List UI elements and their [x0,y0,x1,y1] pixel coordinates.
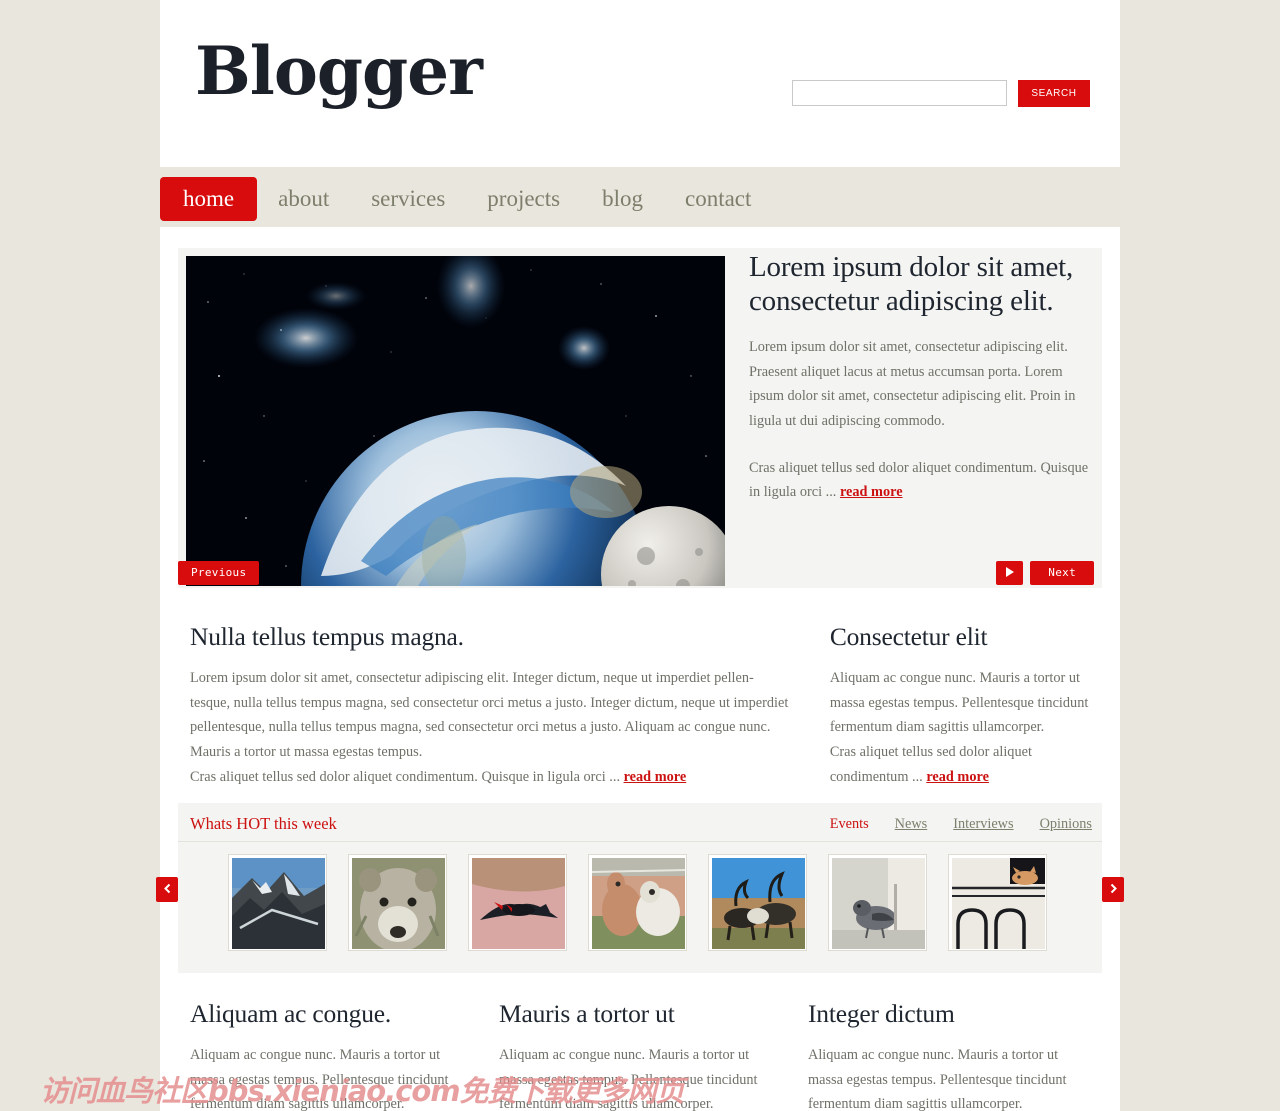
bottom-column-body: Aliquam ac congue nunc. Mauris a tortor … [190,1047,449,1111]
slider-play-button[interactable] [996,561,1024,585]
bottom-column-title: Aliquam ac congue. [190,999,392,1028]
bottom-column-title: Integer dictum [808,999,955,1028]
carousel-thumbnail[interactable] [708,854,807,951]
whats-hot-header: Whats HOT this week Events News Interviews… [178,803,1102,842]
carousel-previous-button[interactable] [156,877,178,902]
thumbnail-carousel [156,842,1124,973]
whats-hot-tabs: Events News Interviews Opinions [830,816,1092,833]
hot-tab-interviews[interactable]: Interviews [953,816,1013,833]
hot-tab-news[interactable]: News [895,816,928,833]
intro-right-body: Aliquam ac congue nunc. Mauris a tortor … [829,670,1089,736]
hot-tab-events[interactable]: Events [830,816,869,833]
carousel-thumbnail[interactable] [468,854,567,951]
bottom-column-body: Aliquam ac congue nunc. Mauris a tortor … [808,1047,1067,1111]
intro-left-body-2-text: Cras aliquet tellus sed dolor aliquet co… [190,768,624,785]
site-logo[interactable]: Blogger [195,38,483,104]
site-header: Blogger SEARCH [160,0,1120,167]
slider-next-button[interactable]: Next [1030,561,1094,585]
intro-right-column: Consectetur elit Aliquam ac congue nunc.… [830,622,1090,790]
main-navigation-bar: home about services projects blog contact [160,167,1120,227]
carousel-thumbnail[interactable] [948,854,1047,951]
bottom-column-title: Mauris a tortor ut [499,999,675,1028]
search-form: SEARCH [792,80,1090,107]
nav-item-services[interactable]: services [350,177,466,221]
hero-text-block: Lorem ipsum dolor sit amet, consectetur … [749,251,1089,505]
intro-left-column: Nulla tellus tempus magna. Lorem ipsum d… [190,622,792,790]
nav-item-home[interactable]: home [160,177,258,222]
carousel-thumbnail[interactable] [828,854,927,951]
hero-title: Lorem ipsum dolor sit amet, consectetur … [749,251,1074,317]
hero-image [186,256,725,586]
bottom-column: Aliquam ac congue. Aliquam ac congue nunc… [190,999,471,1111]
carousel-next-button[interactable] [1102,877,1124,902]
nav-item-blog[interactable]: blog [581,177,664,221]
slider-previous-button[interactable]: Previous [178,561,260,585]
bottom-column: Mauris a tortor ut Aliquam ac congue nunc… [499,999,780,1111]
intro-left-title: Nulla tellus tempus magna. [190,622,464,651]
hero-paragraph-2: Cras aliquet tellus sed dolor aliquet co… [749,456,1089,505]
hot-tab-opinions[interactable]: Opinions [1040,816,1092,833]
thumbnail-strip [228,854,1047,951]
slider-next-controls: Next [996,561,1094,585]
hero-slider: Lorem ipsum dolor sit amet, consectetur … [178,248,1102,588]
nav-item-projects[interactable]: projects [466,177,581,221]
main-content-card: Lorem ipsum dolor sit amet, consectetur … [156,227,1124,1111]
search-input[interactable] [792,80,1007,106]
nav-item-about[interactable]: about [257,177,350,221]
intro-left-body-2: Cras aliquet tellus sed dolor aliquet co… [190,765,792,790]
carousel-thumbnail[interactable] [588,854,687,951]
page-root: Blogger SEARCH home about services projects… [0,0,1280,1111]
intro-right-body-2: Cras aliquet tellus sed dolor aliquet co… [830,740,1090,789]
hero-paragraph-1: Lorem ipsum dolor sit amet, consectetur … [749,338,1076,429]
whats-hot-title: Whats HOT this week [190,814,337,833]
chevron-left-icon [163,882,172,897]
bottom-columns: Aliquam ac congue. Aliquam ac congue nunc… [190,999,1090,1111]
nav-item-contact[interactable]: contact [664,177,772,221]
hero-paragraph-2-text: Cras aliquet tellus sed dolor aliquet co… [749,459,1089,501]
search-button[interactable]: SEARCH [1018,80,1090,107]
hero-read-more-link[interactable]: read more [840,484,903,500]
intro-left-read-more-link[interactable]: read more [624,769,687,785]
carousel-thumbnail[interactable] [228,854,327,951]
intro-left-body: Lorem ipsum dolor sit amet, consectetur … [190,670,789,761]
main-navigation: home about services projects blog contact [160,177,772,222]
play-icon [1005,566,1015,581]
whats-hot-panel: Whats HOT this week Events News Interviews… [156,803,1124,973]
intro-columns: Nulla tellus tempus magna. Lorem ipsum d… [190,622,1090,790]
chevron-right-icon [1109,882,1118,897]
bottom-column: Integer dictum Aliquam ac congue nunc. Ma… [808,999,1089,1111]
carousel-thumbnail[interactable] [348,854,447,951]
intro-right-read-more-link[interactable]: read more [926,769,989,785]
bottom-column-body: Aliquam ac congue nunc. Mauris a tortor … [499,1047,758,1111]
intro-right-title: Consectetur elit [829,622,988,651]
